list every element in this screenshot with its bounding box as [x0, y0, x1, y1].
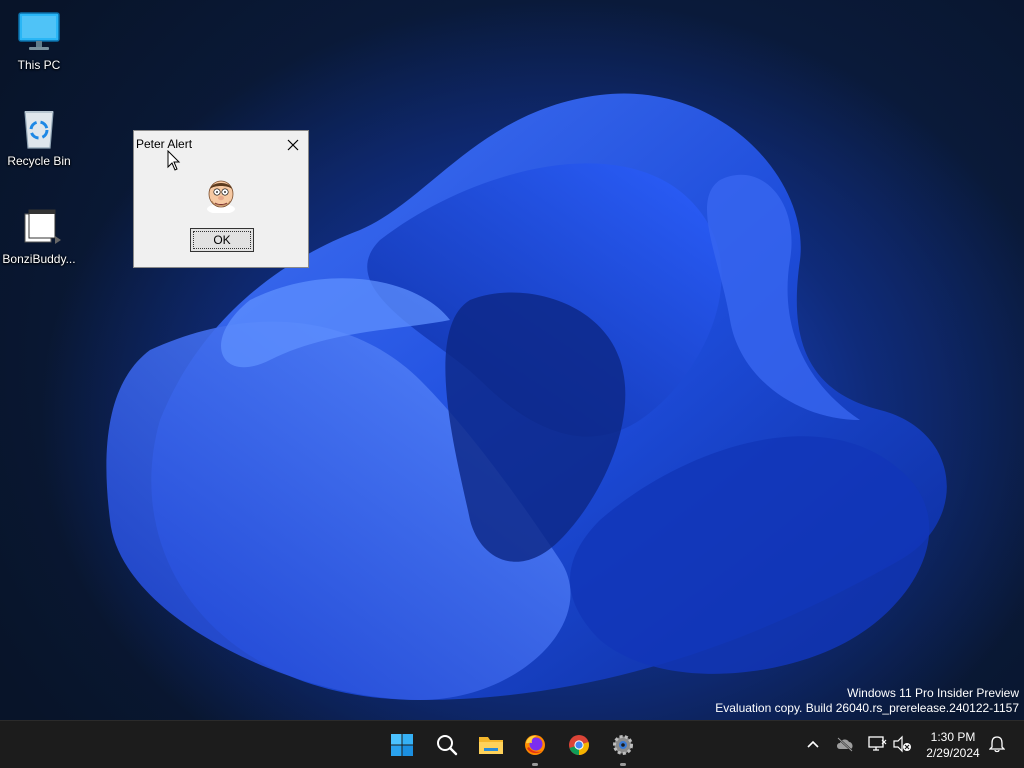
start-button[interactable]: [384, 727, 420, 763]
peter-alert-dialog: Peter Alert OK: [133, 130, 309, 268]
mouse-cursor-icon: [167, 150, 181, 171]
clock-time: 1:30 PM: [930, 730, 976, 744]
ok-button[interactable]: OK: [190, 228, 254, 252]
watermark-build: Evaluation copy. Build 26040.rs_prerelea…: [715, 701, 1019, 715]
search-icon: [437, 735, 458, 756]
taskbar: 1:30 PM 2/29/2024: [0, 720, 1024, 768]
dialog-title: Peter Alert: [136, 137, 193, 151]
peter-face-icon: [204, 177, 238, 214]
close-icon[interactable]: [282, 134, 304, 156]
watermark-edition: Windows 11 Pro Insider Preview: [847, 686, 1019, 700]
desktop-icon-bonzibuddy[interactable]: BonziBuddy...: [0, 202, 79, 266]
desktop-icon-recycle-bin[interactable]: Recycle Bin: [0, 104, 79, 168]
cloud-offline-icon[interactable]: [834, 733, 856, 755]
firefox-icon: [525, 735, 545, 755]
file-explorer-button[interactable]: [473, 727, 509, 763]
running-indicator: [620, 763, 626, 766]
windows-start-icon: [391, 734, 413, 756]
clock-date: 2/29/2024: [926, 746, 980, 760]
taskbar-clock[interactable]: 1:30 PM 2/29/2024: [918, 729, 988, 761]
desktop-icon-label: BonziBuddy...: [2, 252, 76, 266]
windows-watermark: Windows 11 Pro Insider Preview Evaluatio…: [715, 686, 1019, 716]
running-indicator: [532, 763, 538, 766]
firefox-button[interactable]: [517, 727, 553, 766]
wallpaper-bloom: [106, 93, 947, 701]
recycle-bin-icon: [15, 104, 63, 152]
settings-button[interactable]: [605, 727, 641, 766]
network-icon[interactable]: [866, 733, 888, 755]
desktop-icon-this-pc[interactable]: This PC: [0, 8, 79, 72]
volume-muted-icon[interactable]: [891, 733, 913, 755]
desktop-icon-label: Recycle Bin: [7, 154, 71, 168]
chrome-icon: [569, 735, 589, 755]
desktop-wallpaper[interactable]: This PC Recycle Bin BonziBuddy... Peter …: [0, 0, 1024, 720]
folder-icon: [479, 737, 503, 754]
chrome-button[interactable]: [561, 727, 597, 763]
chevron-up-icon[interactable]: [802, 733, 824, 755]
monitor-icon: [15, 8, 63, 56]
file-shortcut-icon: [15, 202, 63, 250]
notification-bell-icon[interactable]: [986, 733, 1008, 755]
desktop-icon-label: This PC: [17, 58, 61, 72]
search-button[interactable]: [429, 727, 465, 763]
settings-gear-icon: [613, 735, 633, 755]
